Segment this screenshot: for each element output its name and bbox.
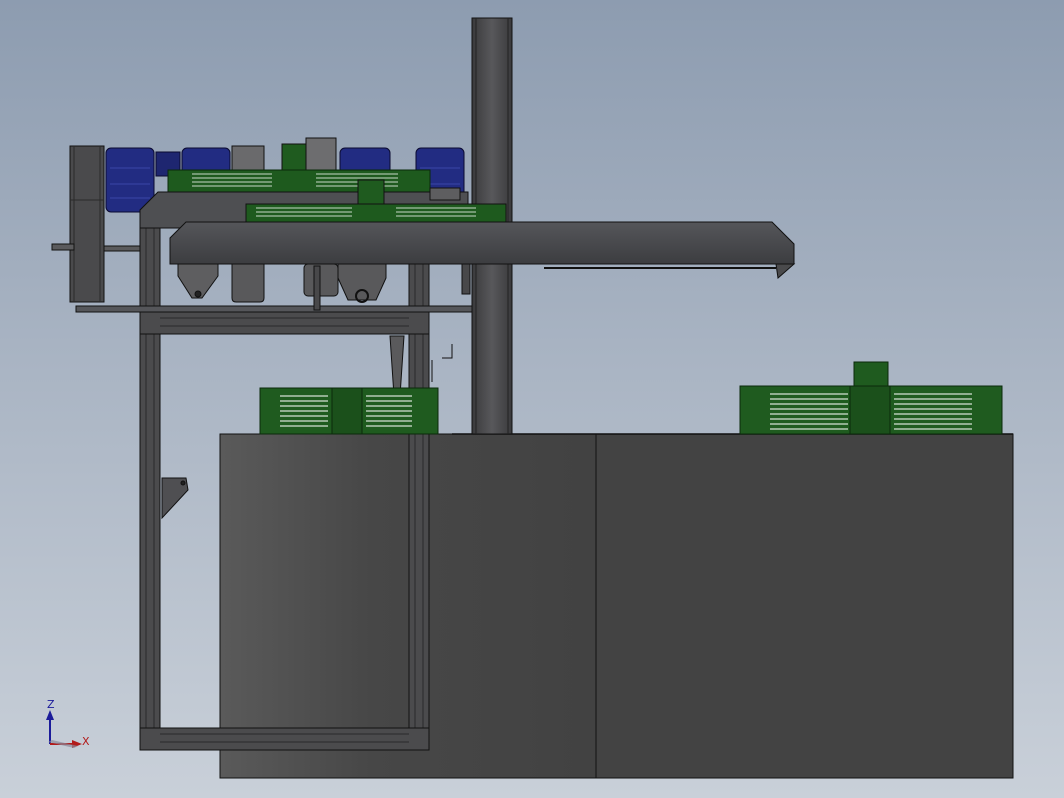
green-motor-left	[259, 387, 439, 435]
top-blocks	[231, 137, 337, 171]
upper-green-drive	[167, 169, 431, 193]
cabinet-base	[219, 433, 1014, 779]
coordinate-triad: Z X	[40, 696, 100, 756]
axis-z-label: Z	[47, 698, 55, 711]
cad-viewport[interactable]: Z X	[0, 0, 1064, 798]
cad-model	[51, 17, 1014, 779]
axis-x-label: X	[82, 735, 90, 748]
green-motor-right	[739, 361, 1003, 435]
